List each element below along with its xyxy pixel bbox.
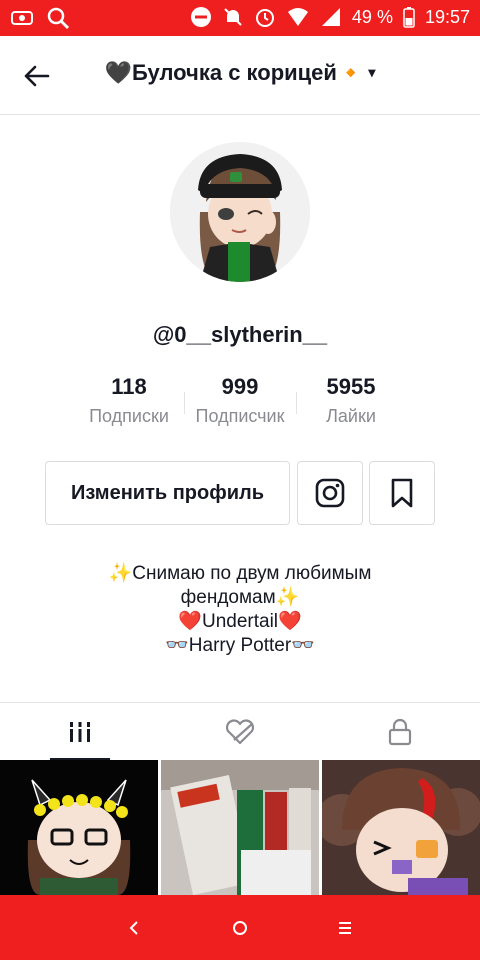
instagram-button[interactable] [297, 461, 363, 525]
alarm-icon [254, 6, 276, 28]
lock-icon [388, 718, 412, 746]
avatar-image [170, 142, 310, 282]
profile-header: 🖤Булочка с корицей🔸 ▾ [0, 36, 480, 115]
cast-icon [10, 6, 34, 30]
grid-bars-icon [68, 722, 92, 742]
video-thumbnail[interactable] [161, 760, 319, 895]
video-thumbnail[interactable] [322, 760, 480, 895]
avatar[interactable] [170, 142, 310, 282]
profile-tabs [0, 702, 480, 761]
username: @0__slytherin__ [152, 322, 328, 347]
video-thumbnail[interactable] [0, 760, 158, 895]
likes-label: Лайки [326, 406, 376, 426]
account-switcher[interactable]: 🖤Булочка с корицей🔸 ▾ [0, 60, 480, 86]
page-title: 🖤Булочка с корицей🔸 [104, 60, 365, 85]
followers-stat[interactable]: 999 Подписчик [185, 374, 295, 427]
home-circle-icon [233, 920, 247, 935]
battery-icon [403, 6, 415, 28]
bio-line: фендомам✨ [180, 587, 300, 608]
favorites-button[interactable] [369, 461, 435, 525]
battery-percent: 49 % [351, 6, 393, 27]
recents-icon [339, 921, 351, 934]
chevron-down-icon: ▾ [368, 64, 376, 80]
likes-stat[interactable]: 5955 Лайки [296, 374, 406, 427]
muted-bell-icon [222, 6, 244, 28]
following-count: 118 [111, 374, 147, 399]
bookmark-icon [391, 478, 413, 508]
video-thumbnail-image [161, 760, 319, 895]
chevron-left-icon [129, 920, 138, 935]
system-navigation-bar [0, 895, 480, 960]
likes-count: 5955 [326, 374, 376, 399]
nav-home-button[interactable] [210, 895, 270, 960]
signal-icon [320, 6, 342, 28]
edit-profile-label: Изменить профиль [70, 481, 265, 504]
bio: ✨Снимаю по двум любимым фендомам✨ ❤️Unde… [60, 562, 420, 658]
do-not-disturb-icon [190, 6, 212, 28]
status-bar: 49 % 19:57 [0, 0, 480, 36]
followers-label: Подписчик [195, 406, 285, 426]
tab-private[interactable] [320, 703, 480, 761]
following-stat[interactable]: 118 Подписки [74, 374, 184, 427]
followers-count: 999 [221, 374, 259, 399]
hidden-heart-icon [225, 719, 255, 745]
nav-recents-button[interactable] [315, 895, 375, 960]
video-thumbnail-image [322, 760, 480, 895]
tab-videos[interactable] [0, 703, 160, 761]
tab-liked[interactable] [160, 703, 320, 761]
nav-back-button[interactable] [104, 895, 164, 960]
search-icon [46, 6, 70, 30]
video-thumbnail-image [0, 760, 158, 895]
bio-line: ✨Снимаю по двум любимым [108, 563, 372, 584]
video-grid [0, 760, 480, 895]
wifi-icon [286, 6, 310, 28]
instagram-icon [315, 478, 345, 508]
following-label: Подписки [89, 406, 169, 426]
bio-line: 👓Harry Potter👓 [165, 635, 315, 656]
edit-profile-button[interactable]: Изменить профиль [45, 461, 290, 525]
bio-line: ❤️Undertail❤️ [178, 611, 302, 632]
clock: 19:57 [424, 6, 470, 27]
